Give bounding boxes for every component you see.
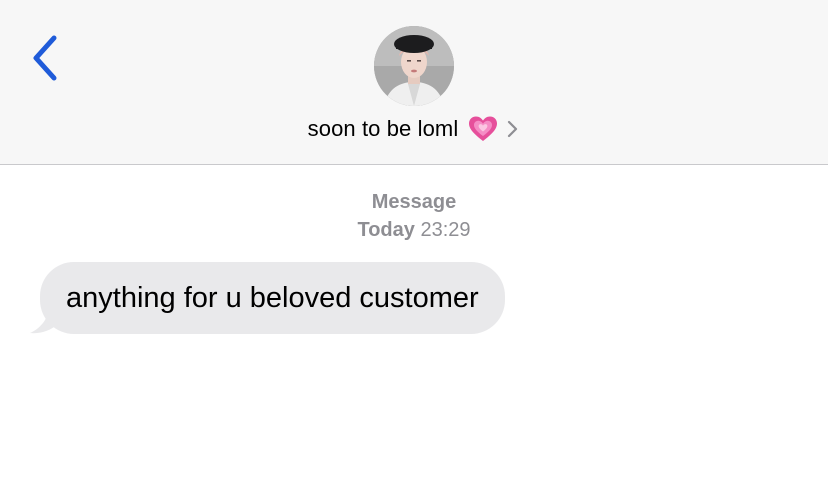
service-label: Message — [371, 191, 457, 213]
back-button[interactable] — [22, 30, 66, 86]
messages-screen: soon to be loml Message Today 23:29 anyt… — [0, 0, 828, 498]
incoming-message[interactable]: anything for u beloved customer — [28, 262, 505, 334]
growing-heart-icon — [468, 115, 498, 143]
chevron-left-icon — [33, 35, 57, 81]
contact-name: soon to be loml — [307, 116, 459, 141]
message-text: anything for u beloved customer — [66, 281, 479, 314]
timestamp-time: 23:29 — [420, 219, 471, 241]
message-bubble: anything for u beloved customer — [40, 262, 505, 334]
conversation-header: soon to be loml — [0, 0, 828, 165]
contact-details-button[interactable]: soon to be loml — [0, 112, 828, 146]
contact-avatar[interactable] — [374, 26, 454, 106]
avatar-photo — [374, 26, 454, 106]
chevron-right-icon — [506, 119, 520, 139]
timestamp-day: Today — [357, 219, 415, 241]
thread-timestamp: Message Today 23:29 — [0, 188, 828, 244]
